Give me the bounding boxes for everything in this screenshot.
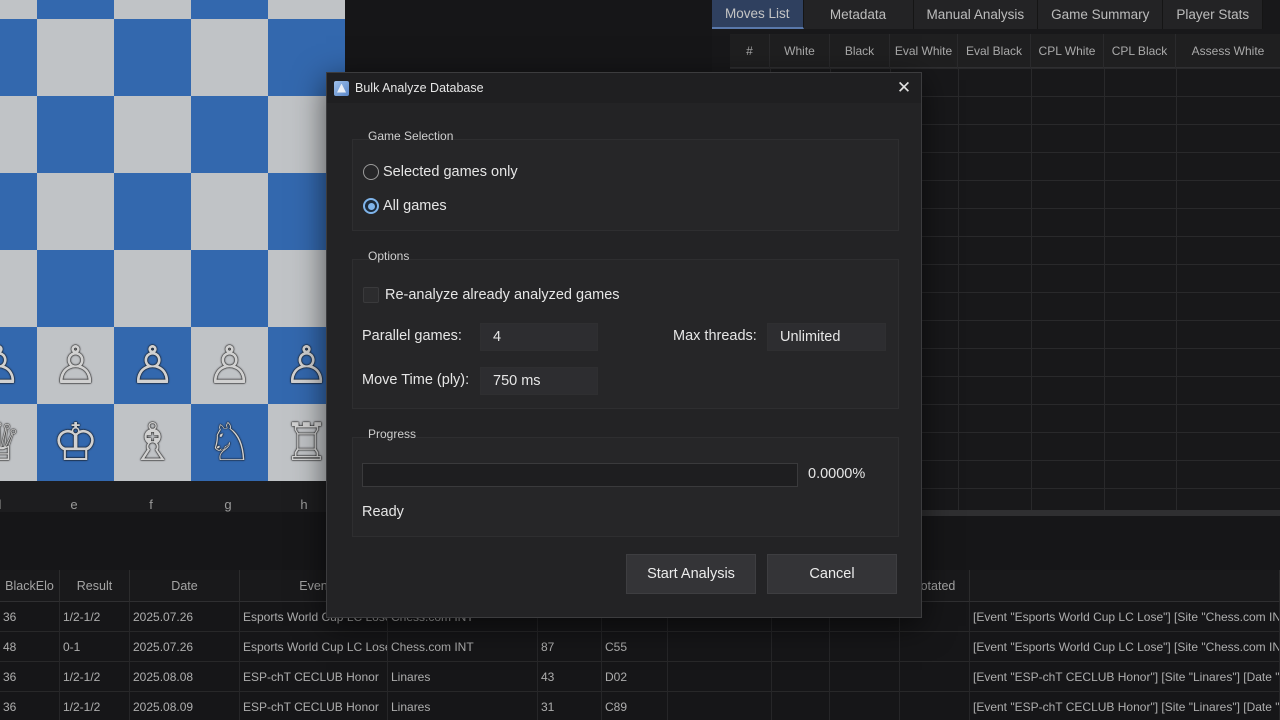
dialog-title: Bulk Analyze Database <box>355 81 484 95</box>
game-selection-group <box>352 139 899 231</box>
radio-button-checked[interactable] <box>363 198 379 214</box>
app-icon <box>334 80 349 96</box>
radio-label: All games <box>383 198 447 214</box>
move-time-label: Move Time (ply): <box>362 372 470 388</box>
reanalyze-checkbox[interactable] <box>363 287 379 303</box>
bulk-analyze-dialog: Bulk Analyze Database ✕ Game Selection S… <box>326 72 922 618</box>
max-threads-input[interactable]: Unlimited <box>767 323 886 351</box>
max-threads-label: Max threads: <box>673 328 757 344</box>
parallel-games-label: Parallel games: <box>362 328 462 344</box>
progress-group <box>352 437 899 537</box>
radio-all-games[interactable]: All games <box>363 198 447 214</box>
game-selection-title: Game Selection <box>368 129 454 143</box>
app-window: ♟♟♟♟♙♙♙♙♙♕♔♗♘♖efghl Moves List Metadata … <box>0 0 1280 720</box>
reanalyze-label: Re-analyze already analyzed games <box>385 287 620 303</box>
parallel-games-input[interactable]: 4 <box>480 323 598 351</box>
progress-bar <box>362 463 798 487</box>
radio-selected-games-only[interactable]: Selected games only <box>363 164 518 180</box>
progress-percent: 0.0000% <box>808 466 866 482</box>
move-time-input[interactable]: 750 ms <box>480 367 598 395</box>
cancel-button[interactable]: Cancel <box>767 554 897 594</box>
close-icon: ✕ <box>896 78 912 97</box>
start-analysis-button[interactable]: Start Analysis <box>626 554 756 594</box>
radio-button[interactable] <box>363 164 379 180</box>
reanalyze-checkbox-row[interactable]: Re-analyze already analyzed games <box>363 287 620 303</box>
close-button[interactable]: ✕ <box>893 77 915 99</box>
options-title: Options <box>368 249 410 263</box>
status-text: Ready <box>362 504 404 520</box>
progress-title: Progress <box>368 427 417 441</box>
radio-label: Selected games only <box>383 164 518 180</box>
dialog-titlebar[interactable]: Bulk Analyze Database ✕ <box>327 73 921 103</box>
